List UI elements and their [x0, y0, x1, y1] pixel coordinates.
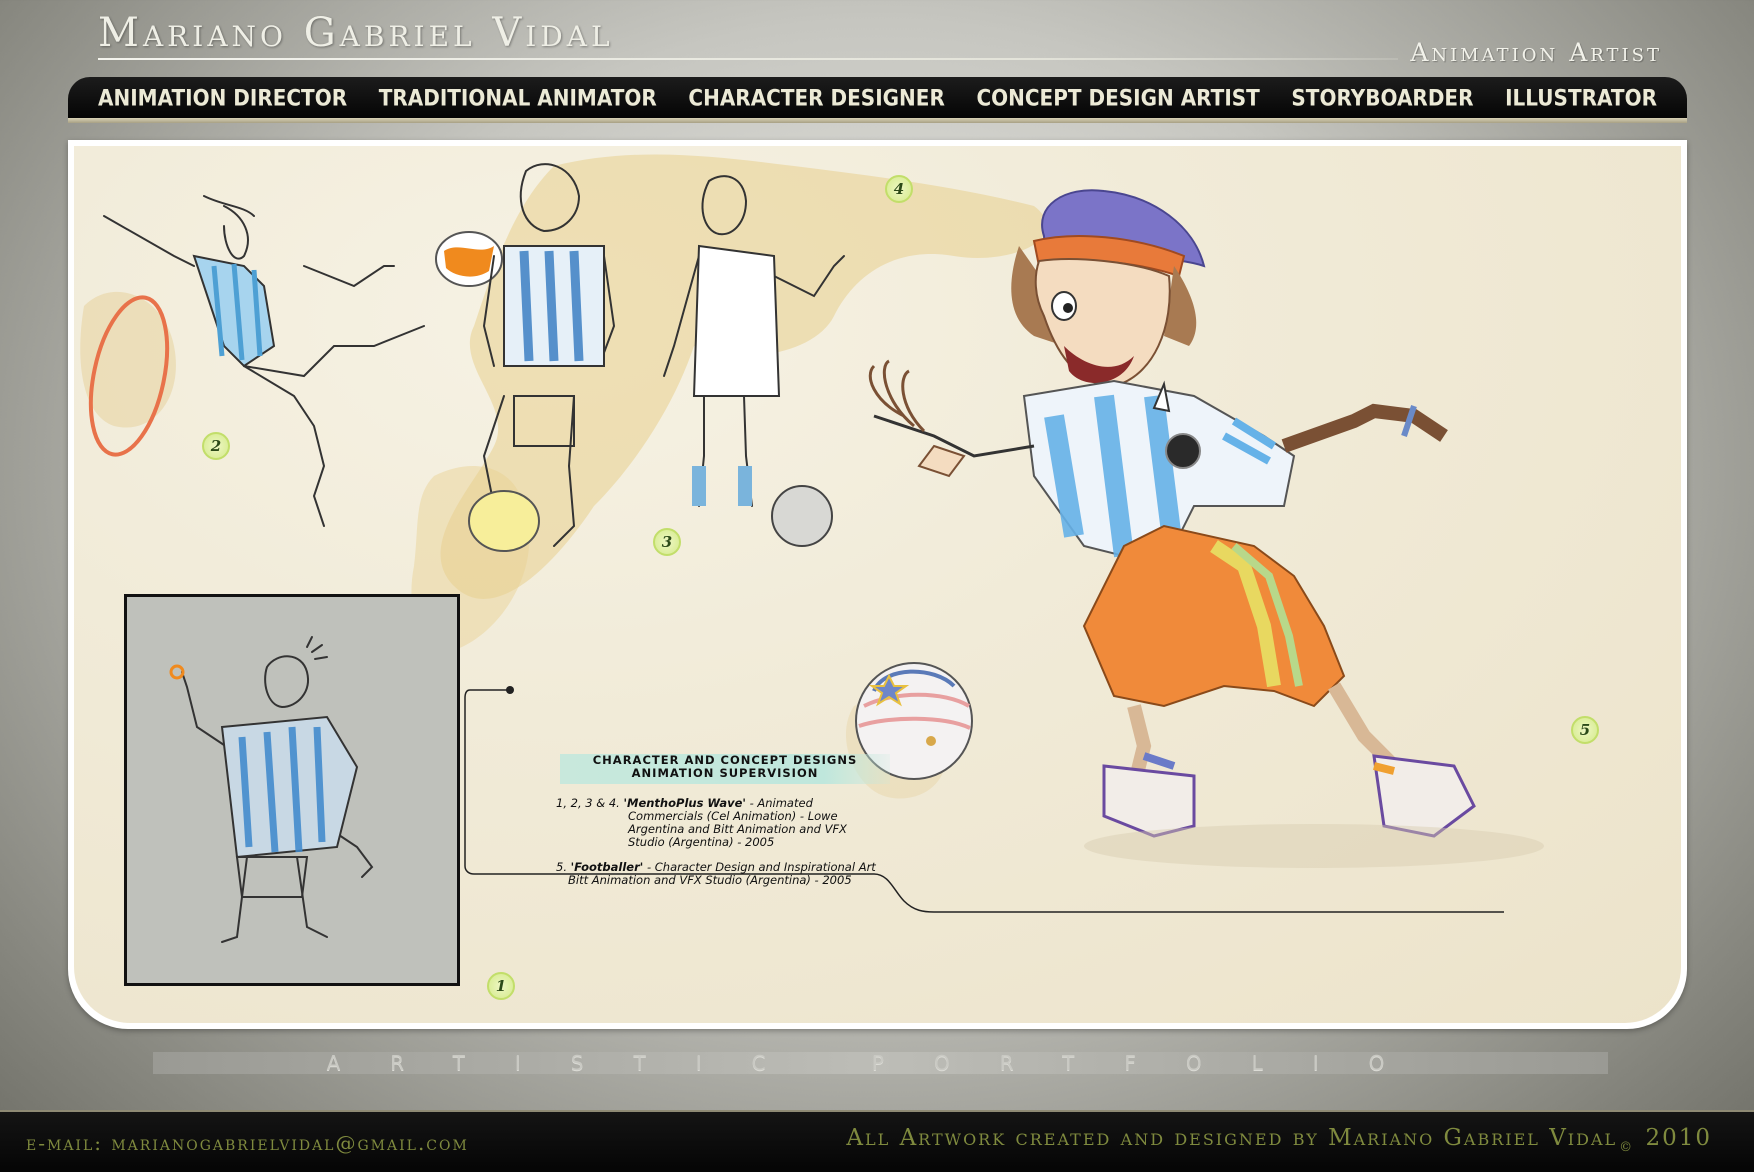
nav-item-storyboarder[interactable]: Storyboarder	[1291, 84, 1473, 110]
inset-sketch	[124, 594, 460, 986]
footer-credit-text: All Artwork created and designed by Mari…	[846, 1125, 1618, 1151]
nav-item-illustrator[interactable]: Illustrator	[1505, 84, 1657, 110]
badge-5: 5	[1571, 716, 1599, 744]
inset-illustration	[169, 636, 374, 943]
caption-entry-1-title: 'MenthoPlus Wave'	[623, 796, 746, 810]
footer-year: 2010	[1645, 1125, 1712, 1151]
copyright-icon: ©	[1619, 1140, 1635, 1155]
caption-entry-1-line4: Studio (Argentina) - 2005	[628, 835, 775, 849]
nav-item-animation-director[interactable]: Animation Director	[98, 84, 347, 110]
caption-body: 1, 2, 3 & 4. 'MenthoPlus Wave' - Animate…	[556, 797, 916, 899]
caption-entry-2-line2: Bitt Animation and VFX Studio (Argentina…	[568, 873, 852, 887]
badge-3: 3	[653, 528, 681, 556]
badge-1: 1	[487, 972, 515, 1000]
title-rule	[98, 58, 1398, 60]
caption-entry-2-text: - Character Design and Inspirational Art	[643, 860, 876, 874]
main-nav: Animation Director Traditional Animator …	[68, 77, 1687, 118]
portfolio-band: Artistic Portfolio	[153, 1052, 1608, 1074]
caption-heading-line2: ANIMATION SUPERVISION	[631, 766, 819, 780]
caption-entry-1-text: - Animated	[745, 796, 813, 810]
caption-entry-1: 1, 2, 3 & 4. 'MenthoPlus Wave' - Animate…	[556, 797, 916, 849]
badge-4: 4	[885, 175, 913, 203]
caption-entry-1-line2: Commercials (Cel Animation) - Lowe	[628, 809, 838, 823]
site-title: Mariano Gabriel Vidal	[98, 10, 614, 56]
caption-entry-2-prefix: 5.	[556, 860, 571, 874]
site-subtitle: Animation Artist	[1410, 38, 1662, 67]
caption-entry-2-title: 'Footballer'	[570, 860, 644, 874]
nav-underline	[68, 118, 1687, 123]
caption-entry-1-prefix: 1, 2, 3 & 4.	[556, 796, 624, 810]
footer-credit: All Artwork created and designed by Mari…	[846, 1125, 1712, 1155]
nav-item-concept-design-artist[interactable]: Concept Design Artist	[976, 84, 1259, 110]
footer-email[interactable]: e-mail: marianogabrielvidal@gmail.com	[26, 1131, 469, 1155]
caption-entry-1-line3: Argentina and Bitt Animation and VFX	[628, 822, 847, 836]
badge-2: 2	[202, 432, 230, 460]
nav-item-traditional-animator[interactable]: Traditional Animator	[379, 84, 657, 110]
footer: e-mail: marianogabrielvidal@gmail.com Al…	[0, 1110, 1754, 1172]
nav-item-character-designer[interactable]: Character Designer	[688, 84, 944, 110]
caption-entry-2: 5. 'Footballer' - Character Design and I…	[556, 861, 916, 887]
caption-heading: CHARACTER AND CONCEPT DESIGNS ANIMATION …	[560, 754, 890, 784]
artwork-panel: CHARACTER AND CONCEPT DESIGNS ANIMATION …	[74, 146, 1681, 1023]
